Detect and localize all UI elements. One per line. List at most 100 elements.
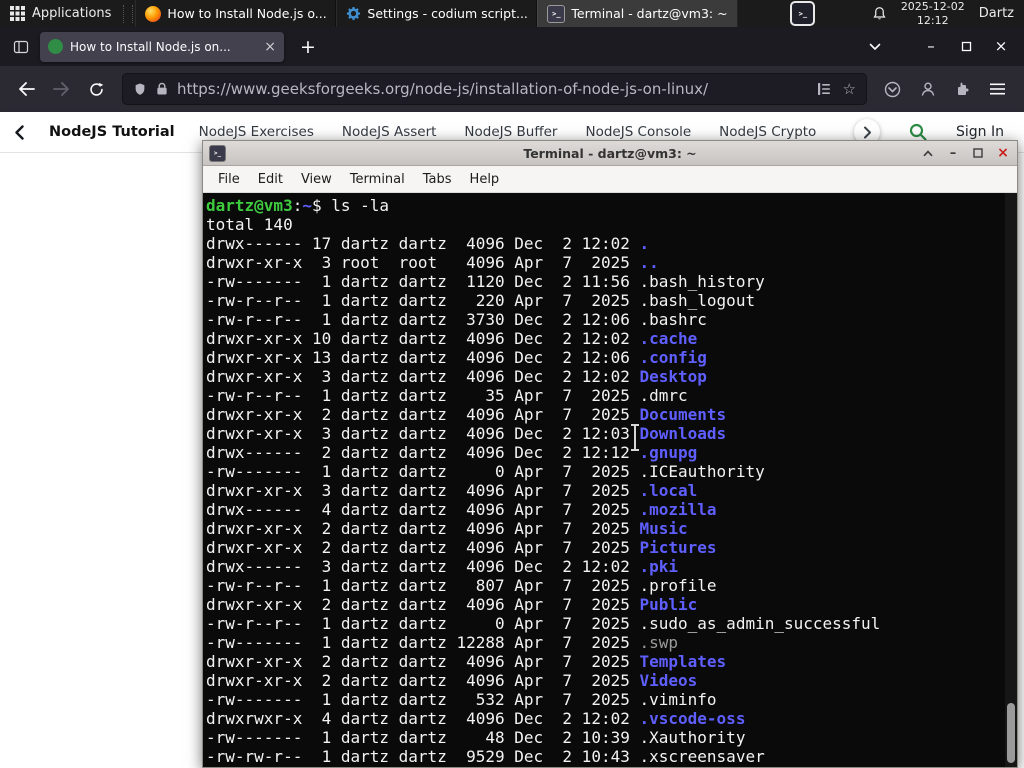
- terminal-menu-edit[interactable]: Edit: [249, 172, 292, 187]
- shield-icon[interactable]: [133, 82, 147, 97]
- panel-clock[interactable]: 2025-12-02 12:12: [895, 0, 971, 27]
- reload-button[interactable]: [80, 73, 113, 105]
- extensions-icon[interactable]: [946, 73, 979, 105]
- nav-item-nodejs-tutorial[interactable]: NodeJS Tutorial: [49, 124, 175, 140]
- terminal-output-line: -rw------- 1 dartz dartz 1120 Dec 2 11:5…: [206, 272, 1017, 291]
- terminal-text: -rw-r--r-- 1 dartz dartz 220 Apr 7 2025: [206, 291, 640, 310]
- nav-link-nodejs-buffer[interactable]: NodeJS Buffer: [464, 124, 557, 140]
- new-tab-button[interactable]: +: [294, 36, 322, 58]
- taskbar-item-gear[interactable]: Settings - codium script...: [336, 0, 538, 27]
- terminal-text: Desktop: [639, 367, 707, 386]
- terminal-text: .sudo_as_admin_successful: [639, 614, 881, 633]
- bookmark-star-icon[interactable]: ☆: [843, 81, 856, 97]
- app-menu-icon[interactable]: [981, 73, 1014, 105]
- search-icon[interactable]: [904, 122, 932, 142]
- nav-link-nodejs-crypto[interactable]: NodeJS Crypto: [719, 124, 816, 140]
- terminal-output-line: -rw------- 1 dartz dartz 532 Apr 7 2025 …: [206, 690, 1017, 709]
- nav-link-nodejs-console[interactable]: NodeJS Console: [585, 124, 691, 140]
- sign-in-button[interactable]: Sign In: [956, 124, 1010, 140]
- terminal-titlebar[interactable]: >_ Terminal - dartz@vm3: ~ – ×: [203, 141, 1017, 166]
- tab-close-icon[interactable]: ×: [264, 40, 276, 54]
- terminal-text: .gnupg: [639, 443, 698, 462]
- terminal-scrollbar[interactable]: [1005, 193, 1017, 767]
- window-minimize-button[interactable]: –: [924, 39, 938, 54]
- terminal-output: dartz@vm3:~$ ls -la total 140 drwx------ 1…: [203, 193, 1017, 766]
- terminal-text: .bashrc: [639, 310, 707, 329]
- taskbar-item-terminal[interactable]: >_ Terminal - dartz@vm3: ~: [537, 0, 739, 27]
- terminal-output-line: -rw-r--r-- 1 dartz dartz 3730 Dec 2 12:0…: [206, 310, 1017, 329]
- terminal-text: Public: [639, 595, 698, 614]
- terminal-text: drwxr-xr-x 2 dartz dartz 4096 Apr 7 2025: [206, 519, 640, 538]
- terminal-output-line: drwxr-xr-x 3 root root 4096 Apr 7 2025 .…: [206, 253, 1017, 272]
- panel-separator: [123, 4, 134, 23]
- terminal-output-line: drwxr-xr-x 2 dartz dartz 4096 Apr 7 2025…: [206, 595, 1017, 614]
- terminal-menu-help[interactable]: Help: [461, 172, 509, 187]
- reader-mode-icon[interactable]: [817, 82, 831, 96]
- terminal-menu-terminal[interactable]: Terminal: [341, 172, 414, 187]
- lock-icon[interactable]: [156, 82, 168, 96]
- terminal-menu-file[interactable]: File: [209, 172, 249, 187]
- terminal-output-line: drwxr-xr-x 10 dartz dartz 4096 Dec 2 12:…: [206, 329, 1017, 348]
- terminal-text: Videos: [639, 671, 698, 690]
- mouse-cursor: [631, 424, 639, 451]
- shade-icon[interactable]: [920, 145, 936, 161]
- nav-link-nodejs-exercises[interactable]: NodeJS Exercises: [199, 124, 314, 140]
- terminal-icon: >_: [209, 144, 226, 162]
- terminal-text: drwxr-xr-x 2 dartz dartz 4096 Apr 7 2025: [206, 405, 640, 424]
- terminal-menu-tabs[interactable]: Tabs: [414, 172, 461, 187]
- taskbar-item-title: Terminal - dartz@vm3: ~: [571, 6, 728, 21]
- terminal-output-line: drwxr-xr-x 3 dartz dartz 4096 Apr 7 2025…: [206, 481, 1017, 500]
- terminal-scrollbar-thumb[interactable]: [1007, 703, 1015, 763]
- terminal-text: .bash_logout: [639, 291, 756, 310]
- terminal-output-line: drwxr-xr-x 2 dartz dartz 4096 Apr 7 2025…: [206, 538, 1017, 557]
- terminal-text: .profile: [639, 576, 717, 595]
- tray-terminal-icon[interactable]: >_: [790, 1, 816, 26]
- terminal-text: Downloads: [639, 424, 727, 443]
- firefox-view-icon[interactable]: [8, 34, 34, 60]
- terminal-menu-view[interactable]: View: [292, 172, 341, 187]
- terminal-text: .dmrc: [639, 386, 688, 405]
- terminal-text: Pictures: [639, 538, 717, 557]
- notification-bell-icon[interactable]: [864, 6, 895, 22]
- url-text[interactable]: https://www.geeksforgeeks.org/node-js/in…: [177, 80, 808, 98]
- terminal-text: -rw------- 1 dartz dartz 532 Apr 7 2025: [206, 690, 640, 709]
- terminal-maximize-button[interactable]: [970, 145, 986, 161]
- pocket-icon[interactable]: [876, 73, 909, 105]
- urlbar-trailing-icons: ☆: [817, 81, 856, 97]
- terminal-text: .viminfo: [639, 690, 717, 709]
- browser-tab-active[interactable]: How to Install Node.js on... ×: [40, 31, 284, 62]
- terminal-output-line: drwxr-xr-x 3 dartz dartz 4096 Dec 2 12:0…: [206, 367, 1017, 386]
- terminal-output-line: drwx------ 3 dartz dartz 4096 Dec 2 12:0…: [206, 557, 1017, 576]
- list-all-tabs-icon[interactable]: [869, 43, 881, 51]
- applications-menu[interactable]: Applications: [0, 0, 121, 27]
- nav-back-chevron-icon[interactable]: [14, 124, 25, 140]
- terminal-window-controls: – ×: [920, 145, 1011, 161]
- terminal-text: -rw-r--r-- 1 dartz dartz 3730 Dec 2 12:0…: [206, 310, 640, 329]
- terminal-text: .: [639, 234, 650, 253]
- window-close-button[interactable]: ×: [994, 39, 1008, 54]
- user-menu[interactable]: Dartz: [971, 6, 1024, 21]
- terminal-text: .vscode-oss: [639, 709, 746, 728]
- browser-toolbar: https://www.geeksforgeeks.org/node-js/in…: [0, 66, 1024, 112]
- window-maximize-button[interactable]: [959, 41, 973, 52]
- terminal-text: drwxr-xr-x 13 dartz dartz 4096 Dec 2 12:…: [206, 348, 640, 367]
- terminal-text: drwxr-xr-x 3 dartz dartz 4096 Apr 7 2025: [206, 481, 640, 500]
- terminal-output-line: -rw------- 1 dartz dartz 0 Apr 7 2025 .I…: [206, 462, 1017, 481]
- terminal-minimize-button[interactable]: –: [945, 145, 961, 161]
- terminal-window: >_ Terminal - dartz@vm3: ~ – × File Edit V…: [202, 140, 1018, 768]
- terminal-text: drwxr-xr-x 3 dartz dartz 4096 Dec 2 12:0…: [206, 424, 640, 443]
- taskbar-item-firefox[interactable]: How to Install Node.js o...: [135, 0, 337, 27]
- account-icon[interactable]: [911, 73, 944, 105]
- desktop: Applications How to Install Node.js o...…: [0, 0, 1024, 768]
- back-button[interactable]: [10, 73, 43, 105]
- url-bar[interactable]: https://www.geeksforgeeks.org/node-js/in…: [122, 73, 867, 105]
- clock-date: 2025-12-02: [900, 0, 965, 13]
- terminal-screen[interactable]: dartz@vm3:~$ ls -la total 140 drwx------ 1…: [203, 193, 1017, 767]
- terminal-output-line: drwxrwxr-x 4 dartz dartz 4096 Dec 2 12:0…: [206, 709, 1017, 728]
- forward-button[interactable]: [45, 73, 78, 105]
- terminal-close-icon[interactable]: ×: [995, 145, 1011, 161]
- terminal-icon: >_: [547, 4, 566, 23]
- nav-link-nodejs-assert[interactable]: NodeJS Assert: [342, 124, 437, 140]
- terminal-text: .pki: [639, 557, 679, 576]
- terminal-text: $: [311, 196, 332, 215]
